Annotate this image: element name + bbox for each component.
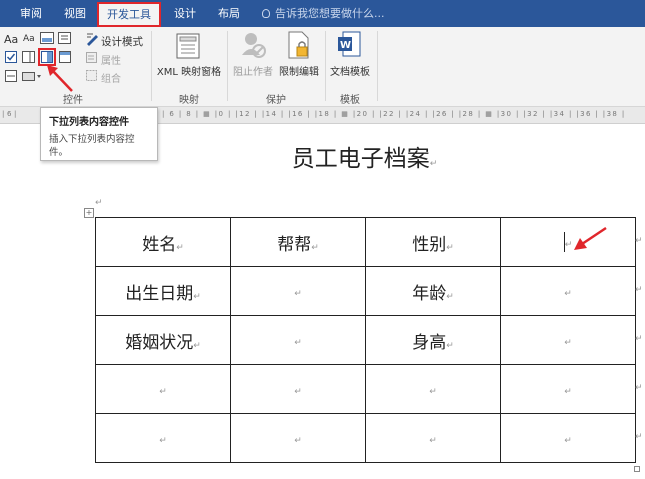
table-cell[interactable]: 身高↵ bbox=[365, 315, 501, 365]
tab-layout[interactable]: 布局 bbox=[218, 0, 240, 27]
restrict-editing-icon bbox=[288, 31, 309, 59]
xml-mapping-pane-button[interactable]: XML 映射窗格 bbox=[153, 63, 225, 78]
design-mode-button[interactable]: 设计模式 bbox=[101, 34, 143, 49]
table-move-handle-icon[interactable]: + bbox=[84, 208, 94, 218]
table-cell[interactable]: 年龄↵ bbox=[365, 266, 501, 316]
end-of-row-mark: ↵ bbox=[635, 236, 643, 246]
properties-icon bbox=[86, 52, 97, 63]
table-resize-handle-icon[interactable] bbox=[634, 466, 640, 472]
ruler-ticks: | 6 | 8 | ▦ |0 | |12 | |14 | |16 | |18 |… bbox=[162, 110, 626, 118]
table-cell[interactable]: 帮帮↵ bbox=[230, 217, 366, 267]
dropdown-control-tooltip: 下拉列表内容控件 插入下拉列表内容控件。 bbox=[40, 107, 158, 161]
ruler-ticks-left: | 6 | bbox=[2, 110, 17, 118]
table-cell[interactable]: ↵ bbox=[95, 364, 231, 414]
table-row: ↵ ↵ ↵ ↵ bbox=[95, 413, 636, 463]
checkbox-control-icon[interactable] bbox=[5, 51, 17, 63]
group-separator bbox=[151, 31, 152, 101]
table-cell[interactable]: ↵ bbox=[95, 413, 231, 463]
ribbon-tab-bar: 审阅 视图 开发工具 设计 布局 告诉我您想要做什么... bbox=[0, 0, 645, 27]
group-separator bbox=[227, 31, 228, 101]
block-authors-button[interactable]: 阻止作者 bbox=[230, 63, 276, 78]
repeating-section-control-icon[interactable] bbox=[5, 70, 17, 82]
tab-review[interactable]: 审阅 bbox=[20, 0, 42, 27]
paragraph-mark: ↵ bbox=[429, 159, 438, 169]
block-authors-icon bbox=[242, 33, 266, 58]
xml-mapping-icon bbox=[176, 33, 200, 59]
annotation-arrow bbox=[47, 65, 73, 92]
end-of-row-mark: ↵ bbox=[635, 383, 643, 393]
table-cell[interactable]: ↵ bbox=[230, 315, 366, 365]
employee-record-table: 姓名↵ 帮帮↵ 性别↵ ↵ 出生日期↵ ↵ 年龄↵ ↵ 婚姻状况↵ ↵ 身高↵ … bbox=[95, 217, 636, 463]
table-cell[interactable]: ↵ bbox=[500, 315, 636, 365]
lightbulb-icon bbox=[262, 9, 270, 18]
document-template-button[interactable]: 文档模板 bbox=[327, 63, 373, 78]
combo-box-control-icon[interactable] bbox=[22, 51, 35, 63]
rich-text-control-icon[interactable]: Aa bbox=[4, 33, 18, 46]
design-mode-icon[interactable] bbox=[86, 32, 100, 46]
table-row: 姓名↵ 帮帮↵ 性别↵ ↵ bbox=[95, 217, 636, 267]
building-block-control-icon[interactable] bbox=[58, 32, 71, 44]
table-cell[interactable]: ↵ bbox=[500, 364, 636, 414]
paragraph-mark: ↵ bbox=[95, 198, 103, 208]
group-separator bbox=[377, 31, 378, 101]
tooltip-title: 下拉列表内容控件 bbox=[49, 117, 129, 128]
group-separator bbox=[325, 31, 326, 101]
tell-me-search[interactable]: 告诉我您想要做什么... bbox=[262, 0, 385, 27]
tab-developer[interactable]: 开发工具 bbox=[97, 2, 161, 27]
picture-control-icon[interactable] bbox=[40, 32, 54, 44]
table-cell[interactable]: 姓名↵ bbox=[95, 217, 231, 267]
table-cell[interactable]: 出生日期↵ bbox=[95, 266, 231, 316]
table-cell[interactable]: ↵ bbox=[230, 413, 366, 463]
table-row: 婚姻状况↵ ↵ 身高↵ ↵ bbox=[95, 315, 636, 365]
table-row: 出生日期↵ ↵ 年龄↵ ↵ bbox=[95, 266, 636, 316]
plain-text-control-icon[interactable]: Aa bbox=[23, 34, 35, 44]
date-picker-control-icon[interactable] bbox=[59, 51, 71, 63]
table-cell[interactable]: ↵ bbox=[230, 364, 366, 414]
restrict-editing-button[interactable]: 限制编辑 bbox=[276, 63, 322, 78]
table-cell[interactable]: 性别↵ bbox=[365, 217, 501, 267]
tooltip-description: 插入下拉列表内容控件。 bbox=[49, 134, 135, 158]
table-cell[interactable]: ↵ bbox=[365, 364, 501, 414]
end-of-row-mark: ↵ bbox=[635, 334, 643, 344]
templates-group-label: 模板 bbox=[340, 95, 360, 106]
table-cell[interactable]: ↵ bbox=[500, 413, 636, 463]
tell-me-text: 告诉我您想要做什么... bbox=[275, 7, 385, 20]
end-of-row-mark: ↵ bbox=[635, 285, 643, 295]
table-cell-active[interactable]: ↵ bbox=[500, 217, 636, 267]
tab-view[interactable]: 视图 bbox=[64, 0, 86, 27]
document-template-icon: W bbox=[338, 31, 361, 57]
svg-text:W: W bbox=[340, 40, 351, 51]
table-cell[interactable]: ↵ bbox=[365, 413, 501, 463]
properties-button[interactable]: 属性 bbox=[101, 52, 121, 67]
end-of-row-mark: ↵ bbox=[635, 432, 643, 442]
table-cell[interactable]: ↵ bbox=[500, 266, 636, 316]
tab-design[interactable]: 设计 bbox=[174, 0, 196, 27]
table-cell[interactable]: ↵ bbox=[230, 266, 366, 316]
annotation-arrow bbox=[574, 226, 607, 250]
ribbon: Aa Aa 设计模式 属性 组合 控件 XML 映射窗格 映射 阻止作者 限制编… bbox=[0, 27, 645, 107]
mapping-group-label: 映射 bbox=[179, 95, 199, 106]
group-icon bbox=[86, 70, 97, 81]
table-cell[interactable]: 婚姻状况↵ bbox=[95, 315, 231, 365]
table-row: ↵ ↵ ↵ ↵ bbox=[95, 364, 636, 414]
protect-group-label: 保护 bbox=[266, 95, 286, 106]
group-button[interactable]: 组合 bbox=[101, 70, 121, 85]
dropdown-list-control-icon[interactable] bbox=[41, 51, 53, 63]
legacy-tools-icon[interactable] bbox=[22, 70, 42, 82]
document-title-text: 员工电子档案 bbox=[291, 146, 430, 172]
